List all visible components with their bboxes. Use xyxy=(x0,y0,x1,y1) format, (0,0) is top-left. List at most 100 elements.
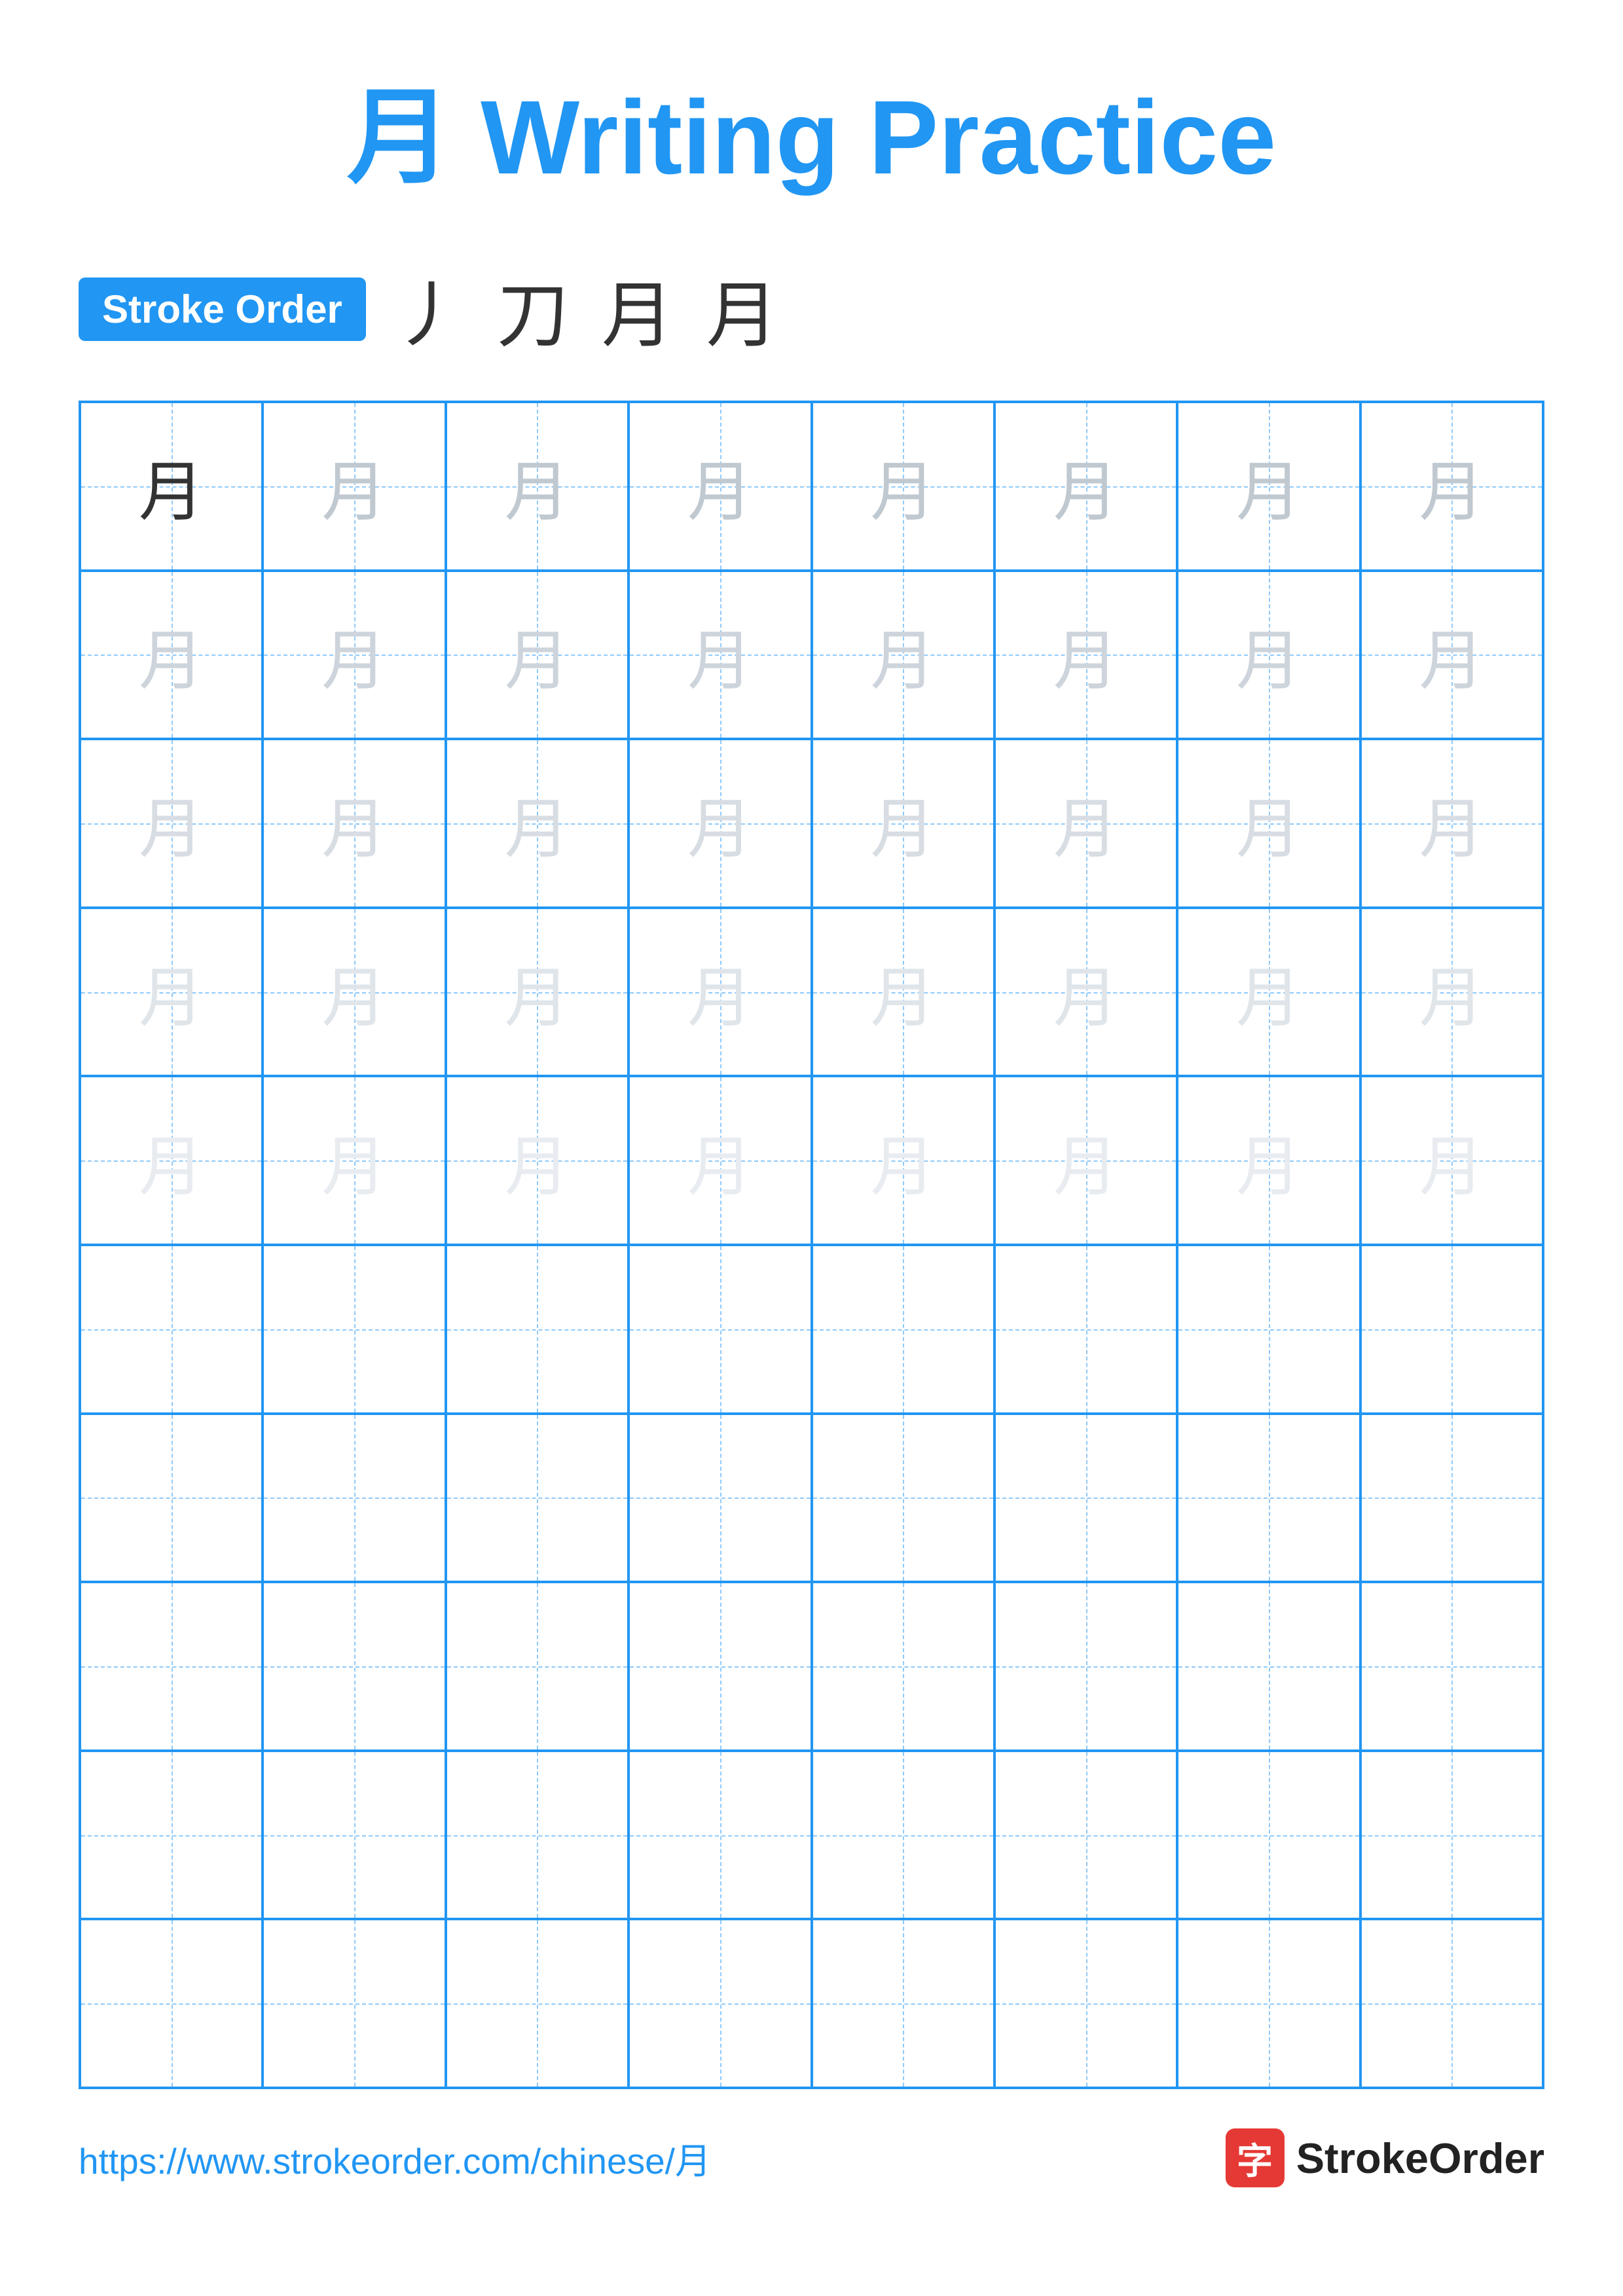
cell-character: 月 xyxy=(321,439,387,533)
table-row xyxy=(1177,1414,1360,1583)
cell-character: 月 xyxy=(1053,1113,1119,1208)
cell-character: 月 xyxy=(139,439,204,533)
cell-character: 月 xyxy=(1236,1113,1302,1208)
cell-character: 月 xyxy=(1053,439,1119,533)
cell-character: 月 xyxy=(321,1113,387,1208)
cell-character: 月 xyxy=(687,607,753,702)
table-row xyxy=(812,1919,994,2088)
table-row: 月 xyxy=(1177,402,1360,571)
cell-character: 月 xyxy=(687,776,753,870)
cell-character: 月 xyxy=(687,944,753,1039)
table-row xyxy=(80,1582,263,1751)
table-row xyxy=(80,1919,263,2088)
table-row xyxy=(263,1751,445,1920)
stroke-chars: 丿 刀 月 月 xyxy=(392,257,778,361)
cell-character: 月 xyxy=(504,607,570,702)
table-row xyxy=(629,1919,811,2088)
table-row xyxy=(263,1582,445,1751)
table-row xyxy=(629,1245,811,1414)
table-row: 月 xyxy=(1177,908,1360,1077)
table-row: 月 xyxy=(80,739,263,908)
table-row: 月 xyxy=(1360,402,1543,571)
cell-character: 月 xyxy=(321,944,387,1039)
table-row xyxy=(1360,1245,1543,1414)
table-row xyxy=(80,1414,263,1583)
table-row: 月 xyxy=(994,1076,1177,1245)
table-row xyxy=(446,1751,629,1920)
table-row: 月 xyxy=(1177,571,1360,740)
cell-character: 月 xyxy=(321,776,387,870)
table-row: 月 xyxy=(263,571,445,740)
table-row xyxy=(994,1245,1177,1414)
footer-url: https://www.strokeorder.com/chinese/月 xyxy=(79,2132,711,2184)
stroke-1: 丿 xyxy=(392,257,464,361)
table-row: 月 xyxy=(629,908,811,1077)
table-row: 月 xyxy=(629,402,811,571)
table-row: 月 xyxy=(446,1076,629,1245)
table-row: 月 xyxy=(446,908,629,1077)
table-row: 月 xyxy=(446,571,629,740)
cell-character: 月 xyxy=(504,1113,570,1208)
table-row: 月 xyxy=(1177,739,1360,908)
cell-character: 月 xyxy=(870,439,936,533)
table-row: 月 xyxy=(80,1076,263,1245)
cell-character: 月 xyxy=(1419,439,1484,533)
table-row: 月 xyxy=(263,1076,445,1245)
cell-character: 月 xyxy=(139,607,204,702)
table-row xyxy=(446,1245,629,1414)
table-row xyxy=(263,1245,445,1414)
table-row xyxy=(1360,1919,1543,2088)
cell-character: 月 xyxy=(504,439,570,533)
table-row xyxy=(629,1751,811,1920)
table-row: 月 xyxy=(446,402,629,571)
table-row xyxy=(1177,1919,1360,2088)
table-row: 月 xyxy=(80,908,263,1077)
table-row: 月 xyxy=(1360,1076,1543,1245)
cell-character: 月 xyxy=(1236,776,1302,870)
logo-icon: 字 xyxy=(1226,2128,1285,2187)
table-row xyxy=(263,1414,445,1583)
cell-character: 月 xyxy=(1419,607,1484,702)
page: 月 Writing Practice Stroke Order 丿 刀 月 月 … xyxy=(0,0,1623,2296)
cell-character: 月 xyxy=(1053,607,1119,702)
table-row: 月 xyxy=(80,571,263,740)
table-row xyxy=(629,1582,811,1751)
cell-character: 月 xyxy=(321,607,387,702)
table-row: 月 xyxy=(446,739,629,908)
stroke-order-row: Stroke Order 丿 刀 月 月 xyxy=(79,257,1544,361)
table-row: 月 xyxy=(994,739,1177,908)
cell-character: 月 xyxy=(1419,776,1484,870)
table-row xyxy=(812,1245,994,1414)
table-row: 月 xyxy=(812,739,994,908)
table-row xyxy=(812,1751,994,1920)
cell-character: 月 xyxy=(870,944,936,1039)
table-row xyxy=(994,1751,1177,1920)
footer-logo: 字 StrokeOrder xyxy=(1226,2128,1544,2187)
table-row xyxy=(629,1414,811,1583)
table-row: 月 xyxy=(263,908,445,1077)
table-row xyxy=(1360,1414,1543,1583)
cell-character: 月 xyxy=(139,776,204,870)
practice-grid: 月月月月月月月月月月月月月月月月月月月月月月月月月月月月月月月月月月月月月月月月 xyxy=(79,401,1544,2089)
cell-character: 月 xyxy=(1236,439,1302,533)
cell-character: 月 xyxy=(504,776,570,870)
page-title: 月 Writing Practice xyxy=(79,52,1544,204)
table-row: 月 xyxy=(994,571,1177,740)
table-row: 月 xyxy=(1360,571,1543,740)
cell-character: 月 xyxy=(504,944,570,1039)
stroke-2: 刀 xyxy=(497,257,569,361)
table-row: 月 xyxy=(80,402,263,571)
footer: https://www.strokeorder.com/chinese/月 字 … xyxy=(79,2128,1544,2187)
table-row: 月 xyxy=(629,1076,811,1245)
table-row: 月 xyxy=(263,739,445,908)
cell-character: 月 xyxy=(687,1113,753,1208)
cell-character: 月 xyxy=(870,1113,936,1208)
table-row xyxy=(80,1245,263,1414)
table-row xyxy=(812,1582,994,1751)
cell-character: 月 xyxy=(1053,944,1119,1039)
table-row xyxy=(1177,1582,1360,1751)
table-row: 月 xyxy=(1360,908,1543,1077)
logo-text: StrokeOrder xyxy=(1296,2134,1544,2183)
table-row xyxy=(1360,1751,1543,1920)
cell-character: 月 xyxy=(1236,944,1302,1039)
